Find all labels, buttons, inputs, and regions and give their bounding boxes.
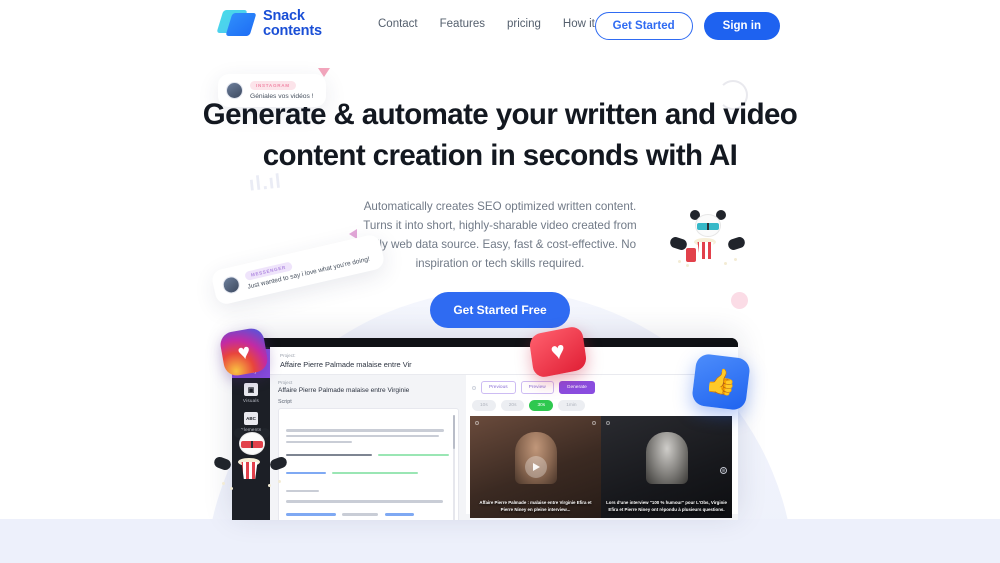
instagram-heart-sticker: ♥ [218, 326, 270, 378]
sidebar-item-label: Visuals [242, 398, 260, 403]
duration-pill-30s[interactable]: 30s [529, 400, 554, 411]
3d-glasses-icon [697, 223, 719, 230]
editor-project-title: Affaire Pierre Palmade malaise entre Vir… [278, 387, 410, 394]
avatar [226, 82, 243, 99]
editor-project-label: Project [278, 380, 293, 385]
radio-toggle[interactable] [472, 385, 476, 390]
thumbs-up-icon: 👍 [703, 365, 739, 398]
testimonial-message: Géniales vos vidéos ! [250, 93, 314, 100]
duration-pill-1min[interactable]: 1min [558, 400, 585, 411]
header-actions: Get Started Sign in [594, 12, 780, 40]
3d-glasses-icon [241, 441, 263, 448]
image-icon: ▣ [244, 383, 258, 396]
mockup-titlebar [232, 338, 738, 347]
hero-cta-wrapper: Get Started Free [0, 291, 1000, 328]
project-label: Project: [280, 353, 296, 358]
page-title: Generate & automate your written and vid… [190, 95, 810, 176]
duration-selector: 10s 20s 30s 1min [470, 398, 732, 416]
generate-button[interactable]: Generate [558, 381, 595, 394]
video-caption: Lors d'une interview "100 % humour" pour… [606, 500, 727, 512]
play-button[interactable] [524, 456, 547, 478]
status-badge: INSTAGRAM [250, 81, 296, 90]
heart-icon: ♥ [235, 339, 253, 365]
preview-button[interactable]: Preview [520, 381, 554, 394]
script-editor-panel: Project Affaire Pierre Palmade malaise e… [270, 375, 466, 520]
landing-page: ıl.ıl Snack contents Contact Features pr… [0, 0, 1000, 563]
duration-pill-20s[interactable]: 20s [500, 400, 525, 411]
mockup-project-header: Project: Affaire Pierre Palmade malaise … [270, 347, 738, 375]
brand-logo[interactable]: Snack contents [216, 9, 322, 39]
crop-handle-icon [606, 421, 610, 425]
script-label: Script [278, 399, 292, 405]
brand-name: Snack contents [263, 9, 322, 39]
hero-subtext: Automatically creates SEO optimized writ… [363, 200, 637, 271]
video-clip-2[interactable]: Lors d'une interview "100 % humour" pour… [601, 416, 732, 518]
brand-name-line2: contents [263, 23, 322, 39]
video-caption: Affaire Pierre Palmade : malaise entre V… [479, 500, 592, 512]
headline-line-2: content creation in seconds with AI [262, 138, 738, 172]
hero-section: Generate & automate your written and vid… [0, 95, 1000, 328]
video-stage: Affaire Pierre Palmade : malaise entre V… [470, 416, 732, 518]
stacked-cards-logo-icon [216, 9, 257, 39]
scrollbar-thumb[interactable] [453, 415, 455, 449]
page-bottom-band [0, 519, 1000, 563]
testimonial-card-instagram: INSTAGRAM Géniales vos vidéos ! [218, 74, 326, 107]
app-mockup: ▥ Story ▣ Visuals ABC Elements Project: … [232, 338, 738, 520]
brand-name-line1: Snack [263, 8, 305, 25]
site-header: Snack contents Contact Features pricing … [0, 0, 1000, 54]
panda-with-popcorn-left [212, 424, 292, 496]
expand-icon[interactable]: ⊕ [720, 467, 727, 474]
project-title: Affaire Pierre Palmade malaise entre Vir [280, 360, 412, 369]
previous-button[interactable]: Previous [481, 381, 516, 394]
video-clip-1[interactable]: Affaire Pierre Palmade : malaise entre V… [470, 416, 601, 518]
thumbs-up-sticker: 👍 [691, 352, 751, 412]
nav-link-pricing[interactable]: pricing [507, 18, 541, 30]
heart-icon: ♥ [549, 336, 567, 367]
crop-handle-icon [592, 421, 596, 425]
get-started-free-button[interactable]: Get Started Free [430, 291, 570, 328]
sign-in-button[interactable]: Sign in [703, 12, 780, 40]
crop-handle-icon [475, 421, 479, 425]
avatar [221, 274, 242, 296]
script-textarea[interactable] [278, 408, 459, 520]
panda-with-popcorn-right [668, 208, 750, 268]
nav-link-contact[interactable]: Contact [378, 18, 418, 30]
duration-pill-10s[interactable]: 10s [472, 400, 496, 411]
sidebar-item-visuals[interactable]: ▣ Visuals [232, 378, 270, 407]
nav-link-features[interactable]: Features [440, 18, 485, 30]
get-started-button[interactable]: Get Started [594, 12, 693, 40]
